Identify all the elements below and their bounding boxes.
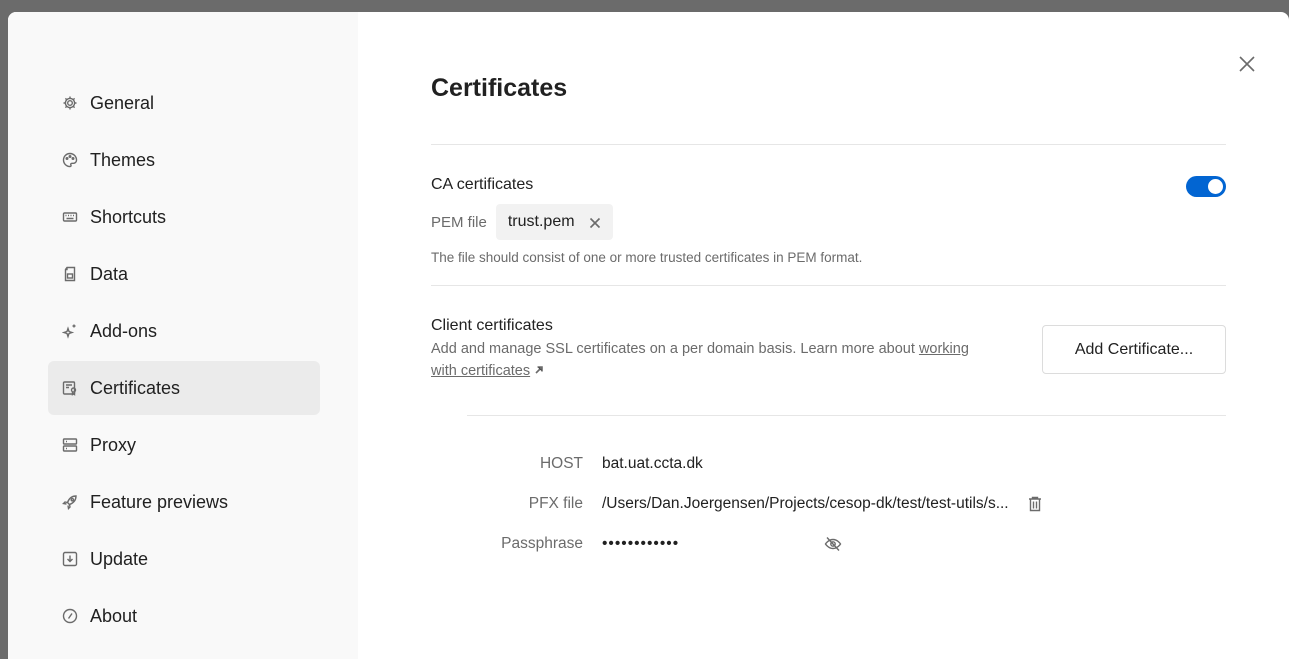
settings-sidebar: General Themes Shortcuts Data Add-ons Ce… xyxy=(8,12,358,659)
client-desc-text: Add and manage SSL certificates on a per… xyxy=(431,341,919,357)
client-certificates-description: Add and manage SSL certificates on a per… xyxy=(431,338,991,382)
sparkle-icon xyxy=(62,323,78,339)
toggle-passphrase-visibility-button[interactable] xyxy=(823,534,843,554)
rocket-icon xyxy=(62,494,78,510)
sidebar-item-label: Feature previews xyxy=(90,491,229,512)
sidebar-item-label: Shortcuts xyxy=(90,206,167,227)
sidebar-item-label: Add-ons xyxy=(90,320,158,341)
passphrase-label: Passphrase xyxy=(501,535,583,552)
certificates-panel: Certificates CA certificates PEM file tr… xyxy=(358,12,1289,659)
add-certificate-button[interactable]: Add Certificate... xyxy=(1042,325,1226,374)
pem-file-chip: trust.pem xyxy=(495,204,613,240)
passphrase-row: Passphrase •••••••••••• xyxy=(431,524,1226,564)
settings-modal: General Themes Shortcuts Data Add-ons Ce… xyxy=(8,12,1289,659)
pfx-file-label: PFX file xyxy=(528,495,583,512)
client-certificates-section: Client certificates Add and manage SSL c… xyxy=(431,286,1226,415)
sidebar-item-general[interactable]: General xyxy=(48,76,320,130)
host-value: bat.uat.ccta.dk xyxy=(602,455,703,472)
keyboard-icon xyxy=(62,209,78,225)
trash-icon xyxy=(1028,496,1041,512)
document-icon xyxy=(62,266,78,282)
external-link-icon xyxy=(534,360,544,374)
sidebar-item-feature-previews[interactable]: Feature previews xyxy=(48,475,320,529)
sidebar-item-label: Certificates xyxy=(90,377,181,398)
sidebar-item-proxy[interactable]: Proxy xyxy=(48,418,320,472)
close-icon xyxy=(1239,56,1255,72)
delete-certificate-button[interactable] xyxy=(1025,494,1045,514)
sidebar-item-label: Data xyxy=(90,263,129,284)
remove-pem-button[interactable] xyxy=(589,216,601,229)
host-label: HOST xyxy=(539,455,583,472)
server-icon xyxy=(62,437,78,453)
sidebar-item-label: Proxy xyxy=(90,434,137,455)
ca-certificates-section: CA certificates PEM file trust.pem The f… xyxy=(431,145,1226,265)
sidebar-item-add-ons[interactable]: Add-ons xyxy=(48,304,320,358)
gear-icon xyxy=(62,95,78,111)
sidebar-item-label: General xyxy=(90,92,155,113)
info-icon xyxy=(62,608,78,624)
host-row: HOST bat.uat.ccta.dk xyxy=(431,444,1226,484)
toggle-knob xyxy=(1208,179,1223,194)
sidebar-item-certificates[interactable]: Certificates xyxy=(48,361,320,415)
sidebar-item-label: Update xyxy=(90,548,149,569)
pfx-file-row: PFX file /Users/Dan.Joergensen/Projects/… xyxy=(431,484,1226,524)
palette-icon xyxy=(62,152,78,168)
download-icon xyxy=(62,551,78,567)
sidebar-item-label: Themes xyxy=(90,149,156,170)
ca-certificates-label: CA certificates xyxy=(431,176,534,193)
sidebar-item-themes[interactable]: Themes xyxy=(48,133,320,187)
pem-file-label: PEM file xyxy=(431,213,487,231)
pem-file-name: trust.pem xyxy=(507,213,575,230)
sidebar-item-shortcuts[interactable]: Shortcuts xyxy=(48,190,320,244)
ca-certificates-toggle[interactable] xyxy=(1186,176,1226,197)
sidebar-item-update[interactable]: Update xyxy=(48,532,320,586)
certificate-icon xyxy=(62,380,78,396)
sidebar-item-data[interactable]: Data xyxy=(48,247,320,301)
pem-file-row: PEM file trust.pem xyxy=(431,204,1226,240)
client-certificate-entry: HOST bat.uat.ccta.dk PFX file /Users/Dan… xyxy=(431,416,1226,564)
sidebar-item-label: About xyxy=(90,605,138,626)
pfx-file-value: /Users/Dan.Joergensen/Projects/cesop-dk/… xyxy=(602,495,1009,512)
sidebar-item-about[interactable]: About xyxy=(48,589,320,643)
close-icon xyxy=(589,217,600,229)
ca-help-text: The file should consist of one or more t… xyxy=(431,250,863,265)
passphrase-value: •••••••••••• xyxy=(602,535,680,552)
eye-off-icon xyxy=(824,537,842,551)
page-title: Certificates xyxy=(431,74,568,102)
close-button[interactable] xyxy=(1237,54,1257,74)
